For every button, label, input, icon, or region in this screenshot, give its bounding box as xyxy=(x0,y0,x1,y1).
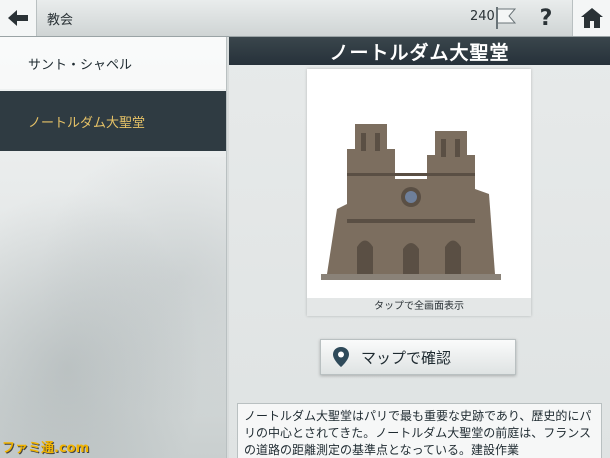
back-button[interactable] xyxy=(0,0,37,36)
help-button[interactable]: ? xyxy=(528,0,564,36)
flag-icon xyxy=(496,7,517,29)
points-counter: 240 xyxy=(470,9,495,24)
landmark-description: ノートルダム大聖堂はパリで最も重要な史跡であり、歴史的にパリの中心とされてきた。… xyxy=(237,403,602,458)
top-bar: 教会 240 ? xyxy=(0,0,610,37)
watermark: ファミ通.com xyxy=(2,441,90,456)
home-icon xyxy=(581,8,603,28)
back-arrow-icon xyxy=(8,10,28,26)
fullscreen-hint: タップで全画面表示 xyxy=(307,298,531,316)
sidebar-item-notre-dame[interactable]: ノートルダム大聖堂 xyxy=(0,91,226,151)
cathedral-image xyxy=(307,69,531,298)
map-button-label: マップで確認 xyxy=(361,348,452,367)
section-title: 教会 xyxy=(47,13,74,28)
sidebar: サント・シャペル ノートルダム大聖堂 xyxy=(0,37,227,458)
sidebar-background xyxy=(0,157,226,458)
view-on-map-button[interactable]: マップで確認 xyxy=(320,339,516,375)
sidebar-item-sainte-chapelle[interactable]: サント・シャペル xyxy=(0,37,226,89)
landmark-image[interactable] xyxy=(307,69,531,316)
sidebar-item-label: ノートルダム大聖堂 xyxy=(28,115,146,131)
detail-panel: ノートルダム大聖堂 タップで全画面表示 マップで確認 ノートルダム大聖堂はパリで… xyxy=(229,37,610,458)
page-title: ノートルダム大聖堂 xyxy=(229,37,610,65)
sidebar-item-label: サント・シャペル xyxy=(28,57,133,73)
map-pin-icon xyxy=(333,347,349,367)
home-button[interactable] xyxy=(572,0,610,36)
